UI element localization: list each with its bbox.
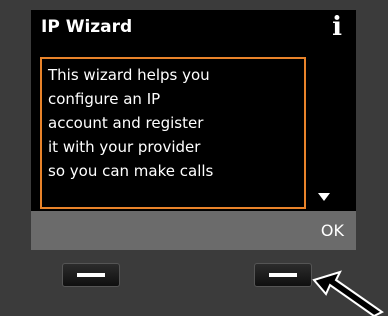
left-softkey-button[interactable] bbox=[62, 263, 120, 287]
message-line: so you can make calls bbox=[48, 162, 214, 180]
message-line: it with your provider bbox=[48, 138, 201, 156]
dash-icon bbox=[77, 273, 105, 277]
phone-display: IP Wizard i This wizard helps you config… bbox=[31, 10, 356, 250]
message-line: configure an IP bbox=[48, 90, 161, 108]
dash-icon bbox=[269, 273, 297, 277]
pointer-arrow-icon bbox=[312, 270, 384, 316]
title-bar: IP Wizard i bbox=[31, 10, 356, 48]
info-icon[interactable]: i bbox=[332, 12, 342, 42]
message-line: This wizard helps you bbox=[48, 66, 210, 84]
message-box: This wizard helps you configure an IP ac… bbox=[40, 57, 306, 209]
page-title: IP Wizard bbox=[41, 17, 133, 37]
scroll-down-icon[interactable] bbox=[318, 193, 330, 201]
message-area: This wizard helps you configure an IP ac… bbox=[31, 48, 356, 225]
softkey-bar: OK bbox=[31, 211, 356, 250]
softkey-ok-label: OK bbox=[320, 221, 344, 240]
message-line: account and register bbox=[48, 114, 204, 132]
